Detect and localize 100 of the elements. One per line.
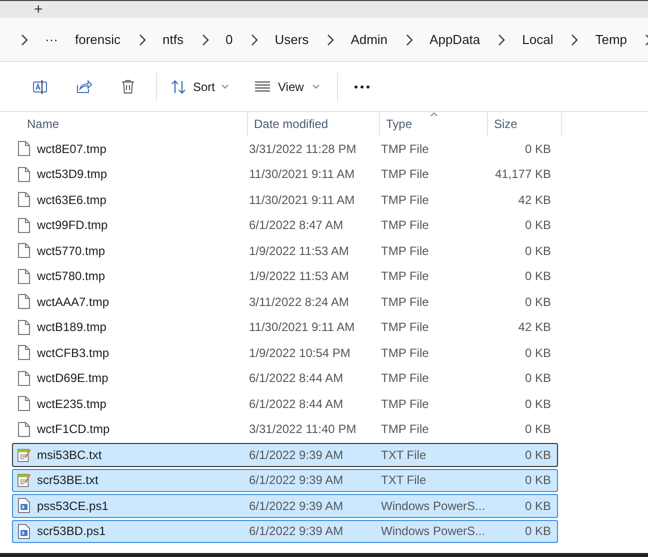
view-button[interactable]: View xyxy=(255,78,320,96)
file-icon xyxy=(18,218,30,233)
date-modified: 6/1/2022 9:39 AM xyxy=(249,446,344,464)
date-modified: 1/9/2022 10:54 PM xyxy=(249,344,352,362)
file-name: wctAAA7.tmp xyxy=(37,294,110,311)
file-name: wct63E6.tmp xyxy=(37,192,108,209)
file-size: 42 KB xyxy=(517,319,551,336)
file-row[interactable]: wctE235.tmp 6/1/2022 8:44 AM TMP File 0 KB xyxy=(12,392,558,416)
date-modified: 6/1/2022 8:44 AM xyxy=(249,370,344,388)
column-header[interactable]: Size xyxy=(488,112,562,136)
date-modified: 3/31/2022 11:40 PM xyxy=(249,421,358,438)
file-row[interactable]: wctAAA7.tmp 3/11/2022 8:24 AM TMP File 0 KB xyxy=(12,290,558,314)
notepad-icon xyxy=(17,472,31,488)
file-size: 0 KB xyxy=(524,268,551,286)
file-row[interactable]: msi53BC.txt 6/1/2022 9:39 AM TXT File 0 KB xyxy=(12,443,558,466)
date-modified: 11/30/2021 9:11 AM xyxy=(249,192,356,209)
file-type: TXT File xyxy=(381,472,428,490)
sort-icon xyxy=(171,80,187,94)
date-modified: 1/9/2022 11:53 AM xyxy=(249,268,350,286)
file-name: wctE235.tmp xyxy=(37,396,108,413)
file-icon xyxy=(18,345,30,360)
file-size: 0 KB xyxy=(524,396,551,413)
file-icon xyxy=(18,422,30,437)
breadcrumb-overflow[interactable]: ··· xyxy=(45,30,58,50)
date-modified: 6/1/2022 8:47 AM xyxy=(249,217,344,234)
date-modified: 6/1/2022 9:39 AM xyxy=(249,498,344,515)
file-name: wctF1CD.tmp xyxy=(37,421,111,438)
file-size: 42 KB xyxy=(517,192,551,209)
chevron-right-icon xyxy=(497,34,506,46)
column-header[interactable]: Date modified xyxy=(248,112,380,136)
file-size: 0 KB xyxy=(524,217,551,234)
breadcrumb-item[interactable]: ntfs xyxy=(162,30,184,50)
breadcrumb-item[interactable]: 0 xyxy=(226,30,233,50)
file-name: msi53BC.txt xyxy=(37,446,103,464)
caret-icon xyxy=(312,84,320,89)
file-row[interactable]: wctCFB3.tmp 1/9/2022 10:54 PM TMP File 0 KB xyxy=(12,341,558,364)
date-modified: 1/9/2022 11:53 AM xyxy=(249,242,350,260)
file-row[interactable]: wct99FD.tmp 6/1/2022 8:47 AM TMP File 0 KB xyxy=(12,214,558,237)
chevron-right-icon xyxy=(326,34,334,46)
file-name: wct8E07.tmp xyxy=(37,140,108,158)
date-modified: 3/11/2022 8:24 AM xyxy=(249,294,350,311)
chevron-right-icon xyxy=(200,34,208,46)
file-icon xyxy=(18,243,30,258)
file-row[interactable]: scr53BD.ps1 6/1/2022 9:39 AM Windows PowerS... 0 KB xyxy=(12,520,558,543)
file-size: 0 KB xyxy=(524,446,551,464)
breadcrumb-item[interactable]: AppData xyxy=(430,30,480,50)
column-header[interactable]: Type xyxy=(380,112,488,136)
file-row[interactable]: wctD69E.tmp 6/1/2022 8:44 AM TMP File 0 KB xyxy=(12,366,558,390)
file-row[interactable]: wctF1CD.tmp 3/31/2022 11:40 PM TMP File 0 KB xyxy=(12,418,558,441)
file-type: TMP File xyxy=(381,242,430,260)
file-type: TMP File xyxy=(381,217,430,234)
breadcrumb-item[interactable]: forensic xyxy=(75,30,121,50)
file-icon xyxy=(18,166,30,182)
file-row[interactable]: wct5780.tmp 1/9/2022 11:53 AM TMP File 0 KB xyxy=(12,264,558,288)
breadcrumb-item[interactable]: Temp xyxy=(595,30,628,50)
sort-button[interactable]: Sort xyxy=(171,78,230,96)
file-name: pss53CE.ps1 xyxy=(37,498,110,515)
date-modified: 6/1/2022 9:39 AM xyxy=(249,523,344,540)
more-icon xyxy=(354,84,370,88)
file-type: TMP File xyxy=(381,294,430,311)
file-row[interactable]: wct5770.tmp 1/9/2022 11:53 AM TMP File 0 KB xyxy=(12,239,558,262)
date-modified: 3/31/2022 11:28 PM xyxy=(249,140,358,158)
file-type: TMP File xyxy=(381,421,430,438)
breadcrumb-item[interactable]: Local xyxy=(522,30,554,50)
new-tab-button[interactable]: + xyxy=(34,2,43,17)
date-modified: 6/1/2022 8:44 AM xyxy=(249,396,344,413)
file-row[interactable]: wct63E6.tmp 11/30/2021 9:11 AM TMP File 42 KB xyxy=(12,188,558,212)
file-row[interactable]: wctB189.tmp 11/30/2021 9:11 AM TMP File 42 KB xyxy=(12,316,558,339)
file-type: TXT File xyxy=(381,446,428,464)
file-icon xyxy=(18,396,30,412)
file-size: 0 KB xyxy=(524,421,551,438)
rename-icon xyxy=(32,78,48,94)
file-type: TMP File xyxy=(381,268,430,286)
file-size: 41,177 KB xyxy=(494,166,551,184)
file-name: wctB189.tmp xyxy=(37,319,108,336)
file-name: wct53D9.tmp xyxy=(37,166,108,184)
chevron-right-icon xyxy=(404,34,413,46)
file-type: Windows PowerS... xyxy=(381,523,486,540)
trash-icon xyxy=(121,79,135,94)
chevron-right-icon xyxy=(570,34,578,46)
notepad-icon xyxy=(17,446,31,463)
caret-icon xyxy=(221,84,230,89)
file-type: TMP File xyxy=(381,344,430,362)
file-row[interactable]: scr53BE.txt 6/1/2022 9:39 AM TXT File 0 KB xyxy=(12,468,558,492)
chevron-right-icon xyxy=(20,34,28,46)
file-type: TMP File xyxy=(381,192,430,209)
file-type: TMP File xyxy=(381,166,430,184)
file-icon xyxy=(18,320,30,335)
file-size: 0 KB xyxy=(524,242,551,260)
file-row[interactable]: wct53D9.tmp 11/30/2021 9:11 AM TMP File 41,177 KB xyxy=(12,162,558,186)
breadcrumb-item[interactable]: Admin xyxy=(350,30,388,50)
file-row[interactable]: wct8E07.tmp 3/31/2022 11:28 PM TMP File 0 KB xyxy=(12,137,558,160)
breadcrumb-item[interactable]: Users xyxy=(274,30,309,50)
column-header[interactable]: Name xyxy=(0,112,248,136)
file-name: wct99FD.tmp xyxy=(37,217,109,234)
date-modified: 6/1/2022 9:39 AM xyxy=(249,472,344,490)
file-row[interactable]: pss53CE.ps1 6/1/2022 9:39 AM Windows PowerS... 0 KB xyxy=(12,494,558,518)
file-icon xyxy=(18,268,30,284)
date-modified: 11/30/2021 9:11 AM xyxy=(249,166,356,184)
chevron-right-icon xyxy=(250,34,258,46)
